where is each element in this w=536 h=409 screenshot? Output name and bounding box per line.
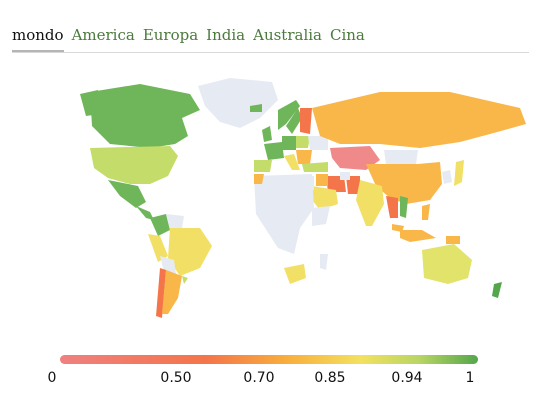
color-scale-ticks: 0 0.50 0.70 0.85 0.94 1	[0, 370, 536, 390]
canada[interactable]	[90, 84, 200, 148]
color-scale-bar	[60, 355, 478, 364]
south-africa[interactable]	[284, 264, 306, 284]
russia[interactable]	[312, 92, 526, 148]
finland[interactable]	[300, 108, 312, 134]
india[interactable]	[356, 180, 384, 226]
germany[interactable]	[282, 136, 296, 150]
afghanistan[interactable]	[340, 172, 350, 180]
new-zealand[interactable]	[492, 282, 502, 298]
balkans[interactable]	[296, 150, 312, 164]
myanmar-thailand[interactable]	[386, 196, 398, 218]
tab-divider	[12, 52, 529, 53]
uk[interactable]	[262, 126, 272, 142]
egypt[interactable]	[300, 176, 314, 190]
mongolia[interactable]	[384, 150, 418, 164]
vietnam[interactable]	[400, 196, 408, 218]
tick-085: 0.85	[314, 370, 346, 386]
france[interactable]	[264, 142, 284, 160]
poland[interactable]	[296, 136, 310, 148]
alaska[interactable]	[80, 90, 100, 116]
tab-america[interactable]: America	[72, 26, 135, 52]
philippines[interactable]	[422, 204, 430, 220]
papua[interactable]	[446, 236, 460, 244]
world-map	[80, 78, 526, 318]
japan[interactable]	[454, 160, 464, 186]
korea[interactable]	[442, 170, 452, 184]
tick-050: 0.50	[160, 370, 192, 386]
ethiopia[interactable]	[312, 206, 330, 226]
indonesia[interactable]	[400, 230, 436, 242]
tick-0: 0	[47, 370, 57, 386]
tick-094: 0.94	[391, 370, 423, 386]
spain[interactable]	[254, 160, 272, 172]
australia[interactable]	[422, 244, 472, 284]
tab-australia[interactable]: Australia	[253, 26, 322, 52]
mexico[interactable]	[108, 180, 146, 208]
tab-europa[interactable]: Europa	[143, 26, 198, 52]
madagascar[interactable]	[320, 254, 328, 270]
tab-mondo[interactable]: mondo	[12, 26, 64, 52]
tick-070: 0.70	[243, 370, 275, 386]
iraq[interactable]	[316, 174, 328, 186]
tab-india[interactable]: India	[206, 26, 245, 52]
greenland[interactable]	[198, 78, 278, 128]
tab-cina[interactable]: Cina	[330, 26, 365, 52]
usa[interactable]	[90, 146, 178, 184]
uruguay[interactable]	[182, 276, 188, 284]
ukraine[interactable]	[308, 136, 328, 150]
region-tabs: mondo America Europa India Australia Cin…	[12, 26, 373, 52]
tick-1: 1	[465, 370, 475, 386]
